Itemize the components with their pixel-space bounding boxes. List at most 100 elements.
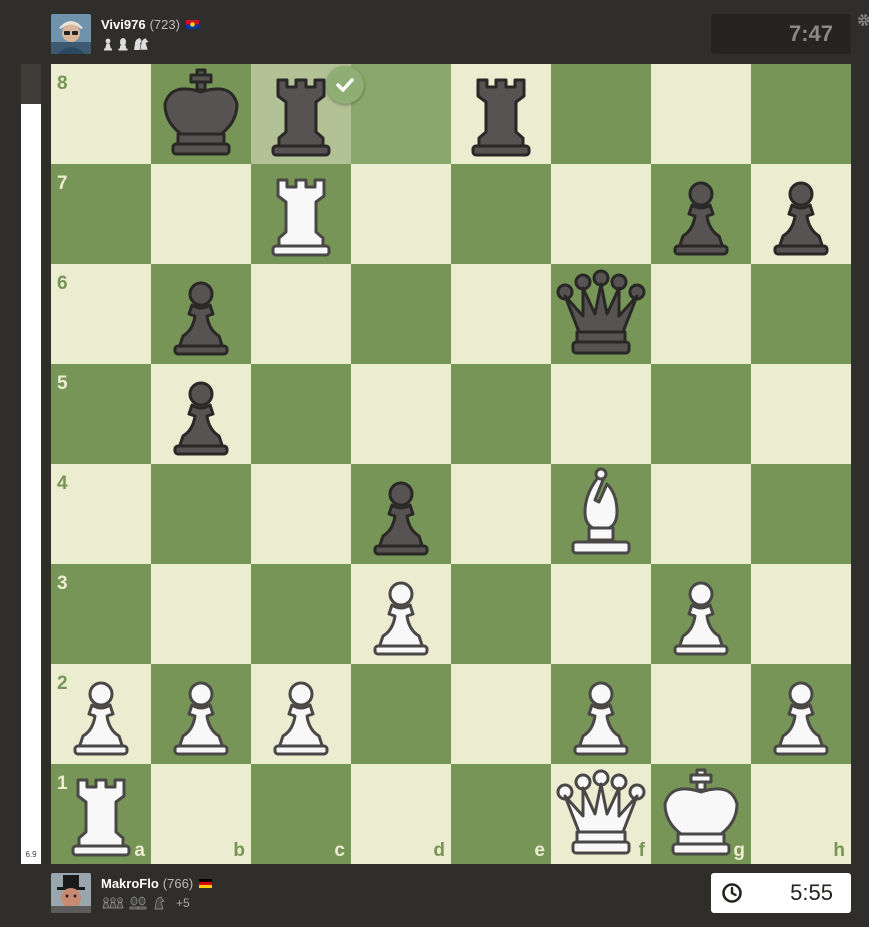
rank-label: 3: [57, 573, 68, 595]
bottom-player-name[interactable]: MakroFlo: [101, 877, 159, 890]
black-king-b8[interactable]: [151, 64, 251, 164]
square-a7[interactable]: 7: [51, 164, 151, 264]
top-player-rating: (723): [150, 18, 180, 31]
square-c3[interactable]: [251, 564, 351, 664]
square-e5[interactable]: [451, 364, 551, 464]
white-pawn-h2[interactable]: [751, 664, 851, 764]
bottom-clock-time: 5:55: [790, 880, 833, 906]
square-g2[interactable]: [651, 664, 751, 764]
square-e3[interactable]: [451, 564, 551, 664]
rank-label: 5: [57, 373, 68, 395]
square-b1[interactable]: b: [151, 764, 251, 864]
square-b7[interactable]: [151, 164, 251, 264]
square-b3[interactable]: [151, 564, 251, 664]
square-d5[interactable]: [351, 364, 451, 464]
rank-label: 8: [57, 73, 68, 95]
rank-label: 7: [57, 173, 68, 195]
rank-label: 4: [57, 473, 68, 495]
square-a4[interactable]: 4: [51, 464, 151, 564]
square-d2[interactable]: [351, 664, 451, 764]
pawn-icon: [551, 664, 651, 764]
white-queen-f1[interactable]: [551, 764, 651, 864]
checkmark-icon: [326, 66, 364, 104]
square-d1[interactable]: d: [351, 764, 451, 864]
black-pawn-b6[interactable]: [151, 264, 251, 364]
square-e6[interactable]: [451, 264, 551, 364]
pawn-icon: [251, 664, 351, 764]
square-h8[interactable]: [751, 64, 851, 164]
white-rook-a1[interactable]: [51, 764, 151, 864]
square-f7[interactable]: [551, 164, 651, 264]
bottom-player-rating: (766): [163, 877, 193, 890]
square-e2[interactable]: [451, 664, 551, 764]
top-player-avatar[interactable]: [51, 14, 91, 54]
pawn-icon: [351, 564, 451, 664]
square-h6[interactable]: [751, 264, 851, 364]
square-h1[interactable]: h: [751, 764, 851, 864]
pawn-icon: [51, 664, 151, 764]
white-pawn-b2[interactable]: [151, 664, 251, 764]
white-pawn-a2[interactable]: [51, 664, 151, 764]
black-queen-f6[interactable]: [551, 264, 651, 364]
top-player-name[interactable]: Vivi976: [101, 18, 146, 31]
square-c5[interactable]: [251, 364, 351, 464]
captured-bishop-icon: [116, 37, 130, 51]
square-d6[interactable]: [351, 264, 451, 364]
square-f3[interactable]: [551, 564, 651, 664]
square-g6[interactable]: [651, 264, 751, 364]
bottom-player-panel: MakroFlo (766): [51, 873, 212, 913]
white-pawn-f2[interactable]: [551, 664, 651, 764]
file-label: e: [534, 840, 545, 862]
captured-knight-icon: [131, 37, 151, 51]
black-pawn-h7[interactable]: [751, 164, 851, 264]
white-rook-c7[interactable]: [251, 164, 351, 264]
black-pawn-g7[interactable]: [651, 164, 751, 264]
square-e4[interactable]: [451, 464, 551, 564]
bottom-player-flag-icon: [199, 879, 212, 888]
top-player-clock: 7:47: [711, 14, 851, 54]
bottom-player-avatar[interactable]: [51, 873, 91, 913]
square-h4[interactable]: [751, 464, 851, 564]
square-f5[interactable]: [551, 364, 651, 464]
pawn-icon: [651, 164, 751, 264]
captured-knight-icon: [151, 896, 171, 910]
square-c4[interactable]: [251, 464, 351, 564]
square-d8[interactable]: [351, 64, 451, 164]
black-pawn-b5[interactable]: [151, 364, 251, 464]
top-player-flag-icon: [186, 20, 199, 29]
square-f8[interactable]: [551, 64, 651, 164]
white-pawn-c2[interactable]: [251, 664, 351, 764]
pawn-icon: [151, 664, 251, 764]
square-a5[interactable]: 5: [51, 364, 151, 464]
rook-icon: [51, 764, 151, 864]
square-c1[interactable]: c: [251, 764, 351, 864]
white-pawn-g3[interactable]: [651, 564, 751, 664]
square-h5[interactable]: [751, 364, 851, 464]
square-c6[interactable]: [251, 264, 351, 364]
square-d7[interactable]: [351, 164, 451, 264]
chess-board[interactable]: 87654321abcdefgh: [51, 64, 851, 864]
evaluation-bar: 6.9: [21, 64, 41, 864]
square-g4[interactable]: [651, 464, 751, 564]
white-pawn-d3[interactable]: [351, 564, 451, 664]
square-a8[interactable]: 8: [51, 64, 151, 164]
square-a6[interactable]: 6: [51, 264, 151, 364]
black-pawn-d4[interactable]: [351, 464, 451, 564]
pawn-icon: [751, 164, 851, 264]
square-e1[interactable]: e: [451, 764, 551, 864]
evaluation-score: 6.9: [21, 850, 41, 859]
file-label: d: [433, 840, 445, 862]
white-bishop-f4[interactable]: [551, 464, 651, 564]
white-king-g1[interactable]: [651, 764, 751, 864]
bottom-player-clock: 5:55: [711, 873, 851, 913]
square-a3[interactable]: 3: [51, 564, 151, 664]
square-h3[interactable]: [751, 564, 851, 664]
clock-icon: [721, 882, 743, 904]
settings-gear-icon[interactable]: [857, 13, 869, 27]
square-b4[interactable]: [151, 464, 251, 564]
square-g8[interactable]: [651, 64, 751, 164]
square-g5[interactable]: [651, 364, 751, 464]
black-rook-e8[interactable]: [451, 64, 551, 164]
bishop-icon: [551, 464, 651, 564]
square-e7[interactable]: [451, 164, 551, 264]
